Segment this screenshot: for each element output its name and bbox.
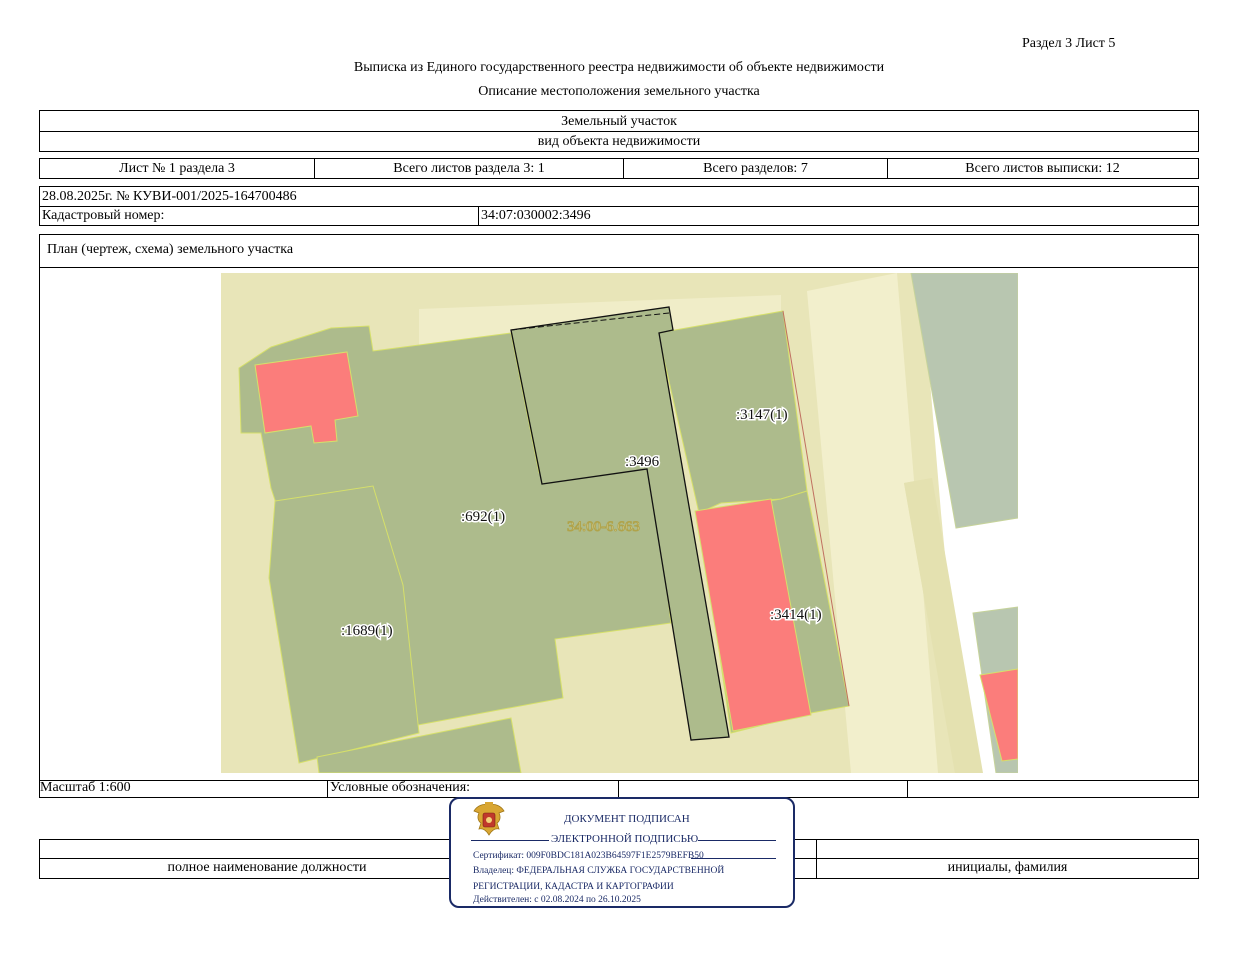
stamp-owner2: РЕГИСТРАЦИИ, КАДАСТРА И КАРТОГРАФИИ xyxy=(473,882,674,892)
stamp-owner1: Владелец: ФЕДЕРАЛЬНАЯ СЛУЖБА ГОСУДАРСТВЕ… xyxy=(473,866,725,876)
legend-title: Условные обозначения: xyxy=(330,780,471,795)
cadastral-map: :3496 :3147(1) :692(1) 34:00-6.663 :1689… xyxy=(221,273,1018,773)
object-type-table: Земельный участок вид объекта недвижимос… xyxy=(39,110,1199,152)
stamp-line1: ДОКУМЕНТ ПОДПИСАН xyxy=(564,813,690,825)
position-caption: полное наименование должности xyxy=(167,860,367,875)
stamp-line2: ЭЛЕКТРОННОЙ ПОДПИСЬЮ xyxy=(551,833,699,845)
plan-title: План (чертеж, схема) земельного участка xyxy=(47,242,294,257)
sheets-row: Лист № 1 раздела 3 Всего листов раздела … xyxy=(39,158,1199,179)
document-subtitle: Описание местоположения земельного участ… xyxy=(478,84,760,99)
map-drawing: :3496 :3147(1) :692(1) 34:00-6.663 :1689… xyxy=(221,273,1018,773)
label-692: :692(1) xyxy=(461,509,505,525)
total-sheets-section: Всего листов раздела 3: 1 xyxy=(393,161,545,176)
cadastral-label: Кадастровый номер: xyxy=(42,208,165,223)
name-caption: инициалы, фамилия xyxy=(947,860,1068,875)
document-title: Выписка из Единого государственного реес… xyxy=(353,60,885,75)
label-1689: :1689(1) xyxy=(341,623,393,639)
record-table: 28.08.2025г. № КУВИ-001/2025-164700486 К… xyxy=(39,186,1199,226)
label-3147: :3147(1) xyxy=(736,407,788,423)
object-type: Земельный участок xyxy=(561,114,677,129)
object-type-caption: вид объекта недвижимости xyxy=(537,134,701,149)
total-sheets: Всего листов выписки: 12 xyxy=(965,161,1120,176)
total-sections: Всего разделов: 7 xyxy=(703,161,808,176)
sheet-number: Лист № 1 раздела 3 xyxy=(119,161,235,176)
date-and-number: 28.08.2025г. № КУВИ-001/2025-164700486 xyxy=(42,189,297,204)
stamp-certificate: Сертификат: 009F0BDC181A023B64597F1E2579… xyxy=(473,851,704,861)
emblem-icon xyxy=(473,802,505,836)
electronic-signature-stamp: ДОКУМЕНТ ПОДПИСАН ЭЛЕКТРОННОЙ ПОДПИСЬЮ С… xyxy=(449,797,795,908)
cadastral-number: 34:07:030002:3496 xyxy=(481,208,591,223)
section-sheet-number: Раздел 3 Лист 5 xyxy=(1022,36,1116,51)
label-3496: :3496 xyxy=(625,454,660,470)
label-3414: :3414(1) xyxy=(770,607,822,623)
scale: Масштаб 1:600 xyxy=(40,780,131,795)
label-zone: 34:00-6.663 xyxy=(567,519,640,535)
stamp-valid: Действителен: с 02.08.2024 по 26.10.2025 xyxy=(473,895,641,905)
